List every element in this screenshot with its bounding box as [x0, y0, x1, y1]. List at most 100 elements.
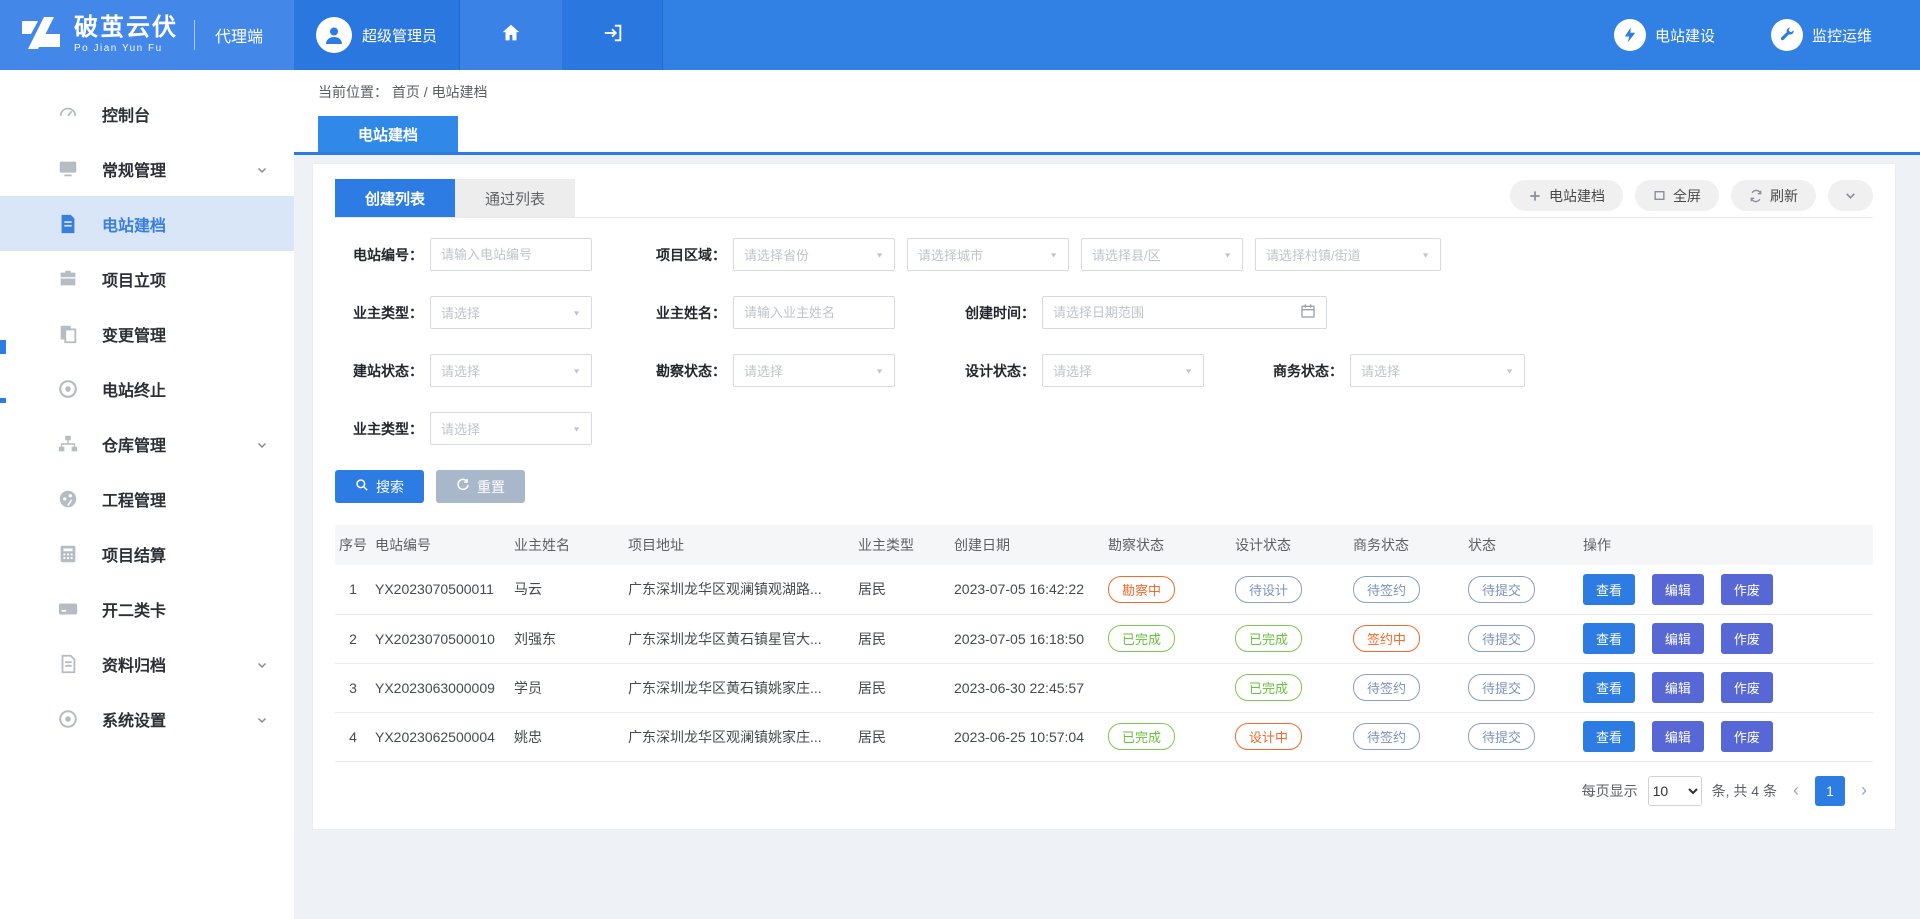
caret-down-icon: ▼: [1223, 251, 1232, 259]
sidebar-scroll-indicator[interactable]: [0, 340, 6, 354]
sidebar-item-project-settlement[interactable]: 项目结算: [0, 526, 294, 581]
sidebar-item-data-archive[interactable]: 资料归档: [0, 636, 294, 691]
sidebar-item-project-initiation[interactable]: 项目立项: [0, 251, 294, 306]
status-badge: 待提交: [1468, 674, 1535, 701]
breadcrumb-current: 电站建档: [432, 84, 488, 100]
breadcrumb-home-link[interactable]: 首页: [392, 84, 420, 100]
view-button[interactable]: 查看: [1583, 672, 1635, 703]
survey-status-select[interactable]: 请选择 ▼: [733, 354, 895, 387]
sidebar-item-station-termination[interactable]: 电站终止: [0, 361, 294, 416]
home-button[interactable]: [460, 0, 563, 70]
nav-station-build[interactable]: 电站建设: [1614, 19, 1715, 51]
per-page-select[interactable]: 10: [1648, 776, 1702, 806]
county-select[interactable]: 请选择县/区 ▼: [1081, 238, 1243, 271]
sidebar-item-type2-card[interactable]: 开二类卡: [0, 581, 294, 636]
fullscreen-label: 全屏: [1673, 186, 1701, 206]
survey-status-label: 勘察状态：: [638, 361, 726, 381]
nav-monitor-ops[interactable]: 监控运维: [1771, 19, 1872, 51]
col-station-no: 电站编号: [371, 525, 510, 565]
sidebar-item-general-mgmt[interactable]: 常规管理: [0, 141, 294, 196]
refresh-label: 刷新: [1770, 186, 1798, 206]
logo-text: 破茧云伏 Po Jian Yun Fu: [74, 16, 178, 54]
caret-down-icon: ▼: [875, 367, 884, 375]
view-button[interactable]: 查看: [1583, 623, 1635, 654]
reset-button[interactable]: 重置: [436, 470, 525, 503]
sidebar-item-label: 仓库管理: [102, 432, 256, 456]
void-button[interactable]: 作废: [1721, 623, 1773, 654]
owner-name-input[interactable]: [744, 305, 884, 320]
cell-address: 广东深圳龙华区观澜镇姚家庄...: [624, 712, 854, 761]
survey-status-placeholder: 请选择: [744, 361, 783, 380]
page-tab-station-archive[interactable]: 电站建档: [318, 116, 458, 153]
avatar[interactable]: [316, 17, 352, 53]
logout-icon: [602, 22, 624, 49]
col-survey: 勘察状态: [1104, 525, 1231, 565]
cell-station-no: YX2023070500011: [371, 565, 510, 614]
status-badge: 已完成: [1108, 625, 1175, 652]
biz-status-label: 商务状态：: [1255, 361, 1343, 381]
biz-status-placeholder: 请选择: [1361, 361, 1400, 380]
status-badge: 勘察中: [1108, 576, 1175, 603]
view-button[interactable]: 查看: [1583, 721, 1635, 752]
brand-name-en: Po Jian Yun Fu: [74, 43, 178, 54]
build-status-select[interactable]: 请选择 ▼: [430, 354, 592, 387]
logout-button[interactable]: [563, 0, 663, 70]
sidebar-scroll-indicator[interactable]: [0, 398, 6, 403]
biz-status-select[interactable]: 请选择 ▼: [1350, 354, 1525, 387]
tab-passed-list[interactable]: 通过列表: [455, 179, 575, 217]
edit-button[interactable]: 编辑: [1652, 721, 1704, 752]
collapse-button[interactable]: [1828, 180, 1873, 211]
user-menu[interactable]: 超级管理员: [294, 0, 460, 70]
edit-button[interactable]: 编辑: [1652, 623, 1704, 654]
search-button[interactable]: 搜索: [335, 470, 424, 503]
city-select[interactable]: 请选择城市 ▼: [907, 238, 1069, 271]
city-placeholder: 请选择城市: [918, 245, 983, 264]
sidebar-item-label: 项目结算: [102, 542, 268, 566]
table-row: 4 YX2023062500004 姚忠 广东深圳龙华区观澜镇姚家庄... 居民…: [335, 712, 1873, 761]
owner-type2-select[interactable]: 请选择 ▼: [430, 412, 592, 445]
owner-type-placeholder: 请选择: [441, 303, 480, 322]
logo-icon: [18, 13, 64, 58]
sidebar-item-warehouse-mgmt[interactable]: 仓库管理: [0, 416, 294, 471]
owner-type-select[interactable]: 请选择 ▼: [430, 296, 592, 329]
calendar-icon[interactable]: [1300, 303, 1316, 322]
status-badge: 待设计: [1235, 576, 1302, 603]
create-time-label: 创建时间：: [947, 303, 1035, 323]
fullscreen-button[interactable]: 全屏: [1635, 180, 1719, 211]
refresh-button[interactable]: 刷新: [1731, 180, 1816, 211]
town-select[interactable]: 请选择村镇/街道 ▼: [1255, 238, 1441, 271]
refresh-icon: [1749, 189, 1763, 203]
tab-create-list[interactable]: 创建列表: [335, 179, 455, 217]
date-range-input[interactable]: [1053, 305, 1300, 320]
void-button[interactable]: 作废: [1721, 574, 1773, 605]
archive-icon: [56, 652, 80, 676]
pagination: 每页显示 10 条, 共 4 条 ‹ 1 ›: [335, 776, 1873, 806]
col-type: 业主类型: [854, 525, 950, 565]
breadcrumb-label: 当前位置：: [318, 84, 388, 100]
station-no-input[interactable]: [441, 247, 581, 262]
sidebar-item-console[interactable]: 控制台: [0, 86, 294, 141]
void-button[interactable]: 作废: [1721, 672, 1773, 703]
sidebar-item-system-settings[interactable]: 系统设置: [0, 691, 294, 746]
breadcrumb-band: 当前位置： 首页 / 电站建档 电站建档: [294, 70, 1920, 153]
sidebar-item-station-archive[interactable]: 电站建档: [0, 196, 294, 251]
view-button[interactable]: 查看: [1583, 574, 1635, 605]
void-button[interactable]: 作废: [1721, 721, 1773, 752]
monitor-icon: [56, 157, 80, 181]
cell-station-no: YX2023070500010: [371, 614, 510, 663]
page-number-1[interactable]: 1: [1815, 776, 1845, 806]
next-page-icon[interactable]: ›: [1855, 780, 1873, 801]
search-label: 搜索: [376, 477, 404, 497]
edit-button[interactable]: 编辑: [1652, 574, 1704, 605]
sidebar-item-engineering-mgmt[interactable]: 工程管理: [0, 471, 294, 526]
sidebar-item-change-mgmt[interactable]: 变更管理: [0, 306, 294, 361]
build-status-label: 建站状态：: [335, 361, 423, 381]
prev-page-icon[interactable]: ‹: [1787, 780, 1805, 801]
design-status-select[interactable]: 请选择 ▼: [1042, 354, 1204, 387]
user-name: 超级管理员: [362, 25, 437, 46]
add-station-button[interactable]: 电站建档: [1510, 180, 1623, 211]
edit-button[interactable]: 编辑: [1652, 672, 1704, 703]
cell-sn: 4: [335, 712, 371, 761]
province-select[interactable]: 请选择省份 ▼: [733, 238, 895, 271]
dashboard-icon: [56, 102, 80, 126]
